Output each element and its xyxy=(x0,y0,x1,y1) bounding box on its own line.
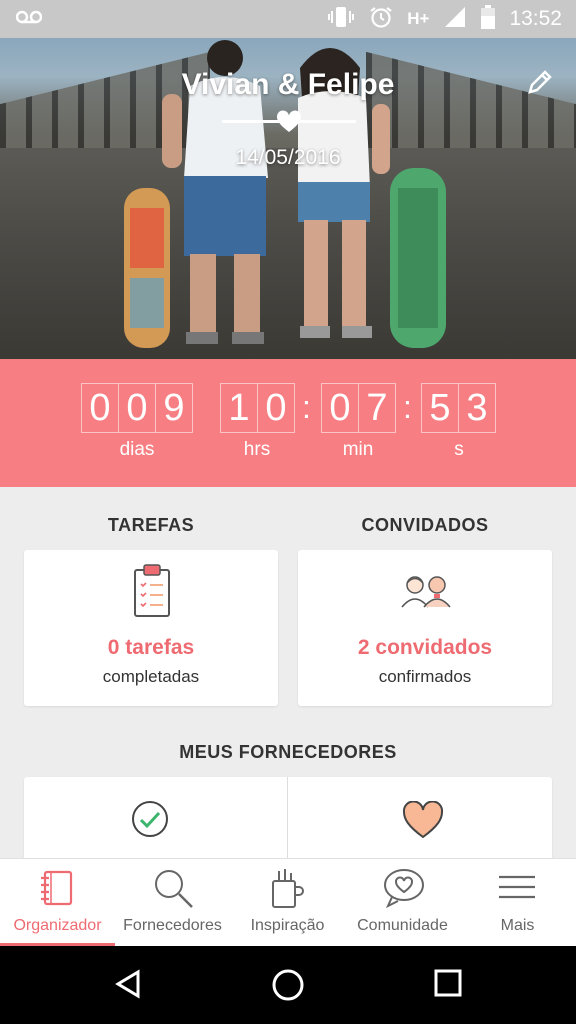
community-icon xyxy=(384,869,424,909)
hired-vendors-tile[interactable] xyxy=(24,777,287,867)
battery-icon xyxy=(481,4,496,34)
tab-inspiracao[interactable]: Inspiração xyxy=(230,859,345,947)
tasks-section-title: TAREFAS xyxy=(107,515,195,535)
voicemail-icon xyxy=(15,10,43,29)
seconds-label: s xyxy=(454,439,464,460)
wedding-date: 14/05/2016 xyxy=(235,146,341,169)
heart-icon xyxy=(402,801,444,839)
back-button[interactable] xyxy=(112,968,144,1005)
tasks-card[interactable]: 0 tarefas completadas xyxy=(24,550,278,706)
countdown-seconds: 5 3 xyxy=(421,383,496,433)
countdown-hours: 1 0 xyxy=(220,383,295,433)
minutes-digit: 7 xyxy=(359,383,396,433)
hours-digit: 1 xyxy=(220,383,258,433)
hours-label: hrs xyxy=(243,439,271,460)
home-button[interactable] xyxy=(271,968,305,1007)
vendors-card xyxy=(24,777,552,867)
time-separator: : xyxy=(403,389,412,425)
tab-mais[interactable]: Mais xyxy=(460,859,575,947)
tab-label: Comunidade xyxy=(357,917,448,934)
clock: 13:52 xyxy=(509,7,562,30)
tab-comunidade[interactable]: Comunidade xyxy=(345,859,460,947)
minutes-label: min xyxy=(342,439,374,460)
inspiration-icon xyxy=(272,869,304,908)
countdown-days: 0 0 9 xyxy=(81,383,193,433)
couple-names: Vivian & Felipe xyxy=(181,68,395,101)
tab-organizador[interactable]: Organizador xyxy=(0,859,115,947)
heart-icon xyxy=(276,110,302,132)
menu-icon xyxy=(499,875,535,899)
guests-card[interactable]: 2 convidados confirmados xyxy=(298,550,552,706)
notebook-icon xyxy=(41,870,73,906)
tab-label: Mais xyxy=(500,917,535,934)
back-triangle-icon xyxy=(115,969,140,999)
guests-count: 2 convidados xyxy=(357,636,493,659)
wedding-countdown: 0 0 9 1 0 : 0 7 : 5 3 dias hrs min s xyxy=(0,359,576,487)
time-separator: : xyxy=(302,389,311,425)
bottom-tab-bar: Organizador Fornecedores Inspiração Comu… xyxy=(0,858,576,947)
seconds-digit: 3 xyxy=(459,383,496,433)
vendors-section-title: MEUS FORNECEDORES xyxy=(179,742,397,762)
hours-digit: 0 xyxy=(258,383,295,433)
days-label: dias xyxy=(119,439,155,460)
seconds-digit: 5 xyxy=(421,383,459,433)
alarm-icon xyxy=(369,5,393,34)
edit-button[interactable] xyxy=(526,68,554,101)
clipboard-icon xyxy=(134,564,170,617)
vibrate-icon xyxy=(327,6,355,33)
status-bar: H+ 13:52 xyxy=(0,0,576,38)
days-digit: 0 xyxy=(119,383,156,433)
couple-cover-photo: Vivian & Felipe 14/05/2016 xyxy=(0,38,576,359)
tab-label: Inspiração xyxy=(250,917,325,934)
guests-status: confirmados xyxy=(378,667,472,686)
tab-fornecedores[interactable]: Fornecedores xyxy=(115,859,230,947)
days-digit: 0 xyxy=(81,383,119,433)
tasks-count: 0 tarefas xyxy=(107,636,195,659)
guests-icon xyxy=(401,576,451,608)
tasks-status: completadas xyxy=(102,667,200,686)
network-type: H+ xyxy=(407,9,430,28)
signal-icon xyxy=(443,6,467,33)
recents-square-icon xyxy=(434,969,462,997)
home-circle-icon xyxy=(272,969,304,1001)
recents-button[interactable] xyxy=(433,968,463,1003)
search-icon xyxy=(155,870,193,908)
minutes-digit: 0 xyxy=(321,383,359,433)
countdown-minutes: 0 7 xyxy=(321,383,396,433)
tab-label: Fornecedores xyxy=(123,917,222,934)
favorite-vendors-tile[interactable] xyxy=(288,777,552,867)
system-nav-bar xyxy=(0,946,576,1024)
pencil-icon xyxy=(528,70,552,94)
days-digit: 9 xyxy=(156,383,193,433)
guests-section-title: CONVIDADOS xyxy=(361,515,489,535)
check-circle-icon xyxy=(132,801,168,837)
tab-label: Organizador xyxy=(13,917,102,934)
